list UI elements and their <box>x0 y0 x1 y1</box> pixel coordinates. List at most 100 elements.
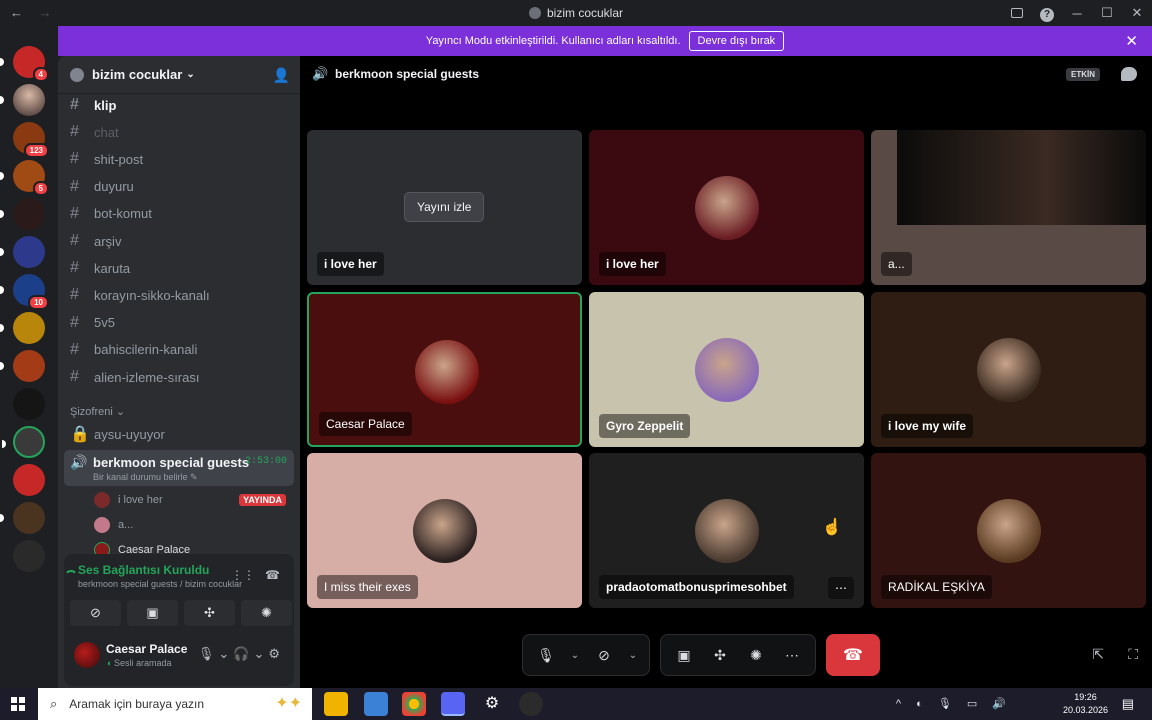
more-options-icon[interactable]: ⋯ <box>777 640 807 670</box>
microphone-icon[interactable]: 🎙 <box>531 640 561 670</box>
system-tray[interactable]: ^ ◐ 🎙 ▭ 🔊 <box>896 697 1012 710</box>
channel-item[interactable]: # bot-komut <box>70 203 292 225</box>
server-icon-9[interactable] <box>0 350 45 382</box>
gear-icon[interactable]: ⚙ <box>268 646 284 661</box>
server-icon-2[interactable] <box>0 84 45 116</box>
more-options-icon[interactable]: ⋯ <box>828 577 854 599</box>
chevron-down-icon[interactable]: ⌄ <box>567 640 583 670</box>
help-icon[interactable]: ? <box>1032 5 1062 22</box>
server-icon-10[interactable] <box>13 388 45 420</box>
channel-item[interactable]: # shit-post <box>70 148 292 170</box>
fullscreen-icon[interactable]: ⛶ <box>1128 646 1138 663</box>
server-icon-11[interactable] <box>2 426 45 458</box>
channel-item[interactable]: # duyuru <box>70 176 292 198</box>
chrome-icon[interactable] <box>402 692 426 716</box>
voice-tools: ⋮⋮ ☎ <box>231 568 280 582</box>
minimize-button[interactable]: ─ <box>1062 6 1092 21</box>
app-icon[interactable] <box>519 692 543 716</box>
discord-icon[interactable] <box>441 692 465 716</box>
camera-off-icon[interactable]: ⊘ <box>589 640 619 670</box>
soundboard-icon[interactable]: ✺ <box>741 640 771 670</box>
notifications-icon[interactable]: ▤ <box>1122 696 1134 712</box>
avatar <box>413 499 477 563</box>
server-icon-7[interactable]: 10 <box>0 274 49 310</box>
category-header[interactable]: Şizofreni ⌄ <box>70 405 125 418</box>
connection-subtitle[interactable]: berkmoon special guests / bizim cocuklar <box>78 579 242 589</box>
microphone-icon[interactable]: 🎙 <box>198 646 219 661</box>
server-icon-1[interactable]: 4 <box>0 46 49 82</box>
server-icon-14[interactable] <box>13 540 45 572</box>
channel-item[interactable]: #5v5 <box>70 312 292 334</box>
live-badge: YAYINDA <box>239 494 286 506</box>
server-icon-12[interactable] <box>13 464 45 496</box>
activities-icon[interactable]: ✣ <box>705 640 735 670</box>
channel-status-text[interactable]: Bir kanal durumu belirle ✎ <box>93 472 198 483</box>
channel-item[interactable]: # klip <box>70 94 292 116</box>
soundboard-button[interactable]: ✺ <box>241 600 292 626</box>
participant-tile[interactable]: i love her <box>589 130 864 285</box>
clock[interactable]: 19:26 20.03.2026 <box>1063 691 1108 717</box>
headphones-icon[interactable]: 🎧 <box>233 646 253 661</box>
participant-tile[interactable]: a... <box>871 130 1146 285</box>
server-header[interactable]: bizim cocuklar ⌄ 👤 <box>58 56 300 94</box>
channel-item[interactable]: # bahiscilerin-kanali <box>70 339 292 361</box>
discord-app: ← → bizim cocuklar ? ─ ☐ ✕ 4 123 5 10 Ya… <box>0 0 1152 688</box>
settings-icon[interactable]: ⚙ <box>480 692 504 716</box>
channel-item[interactable]: # alien-izleme-sırası <box>70 366 292 388</box>
participant-tile[interactable]: Gyro Zeppelit <box>589 292 864 447</box>
connection-status[interactable]: Ses Bağlantısı Kuruldu <box>78 563 209 577</box>
screen-share-icon[interactable]: ▣ <box>669 640 699 670</box>
channel-item[interactable]: # korayın-sikko-kanalı <box>70 284 292 306</box>
participant-tile[interactable]: I miss their exes <box>307 453 582 608</box>
participant-tile[interactable]: Yayını izle i love her <box>307 130 582 285</box>
channel-item[interactable]: # arşiv <box>70 230 292 252</box>
watch-stream-button[interactable]: Yayını izle <box>404 192 485 222</box>
file-explorer-icon[interactable] <box>324 692 348 716</box>
signal-icon[interactable] <box>66 567 76 577</box>
mouse-cursor-icon: ☝ <box>822 519 842 536</box>
voice-member[interactable]: a... <box>94 515 290 535</box>
user-panel: Caesar Palace ◖ Sesli aramada 🎙⌄🎧⌄⚙ <box>70 634 288 676</box>
participant-tile[interactable]: RADİKAL EŞKİYA <box>871 453 1146 608</box>
participant-name: i love her <box>317 252 384 276</box>
close-icon[interactable]: ✕ <box>1125 32 1138 50</box>
channel-aysu-uyuyor[interactable]: 🔒 aysu-uyuyor <box>70 423 292 445</box>
activities-button[interactable]: ✣ <box>184 600 235 626</box>
chevron-down-icon[interactable]: ⌄ <box>625 640 641 670</box>
avatar[interactable] <box>74 642 100 668</box>
server-icon-5[interactable] <box>0 198 45 230</box>
chevron-down-icon[interactable]: ⌄ <box>253 646 268 661</box>
voice-channel-active[interactable]: 🔊 berkmoon special guests Bir kanal duru… <box>64 450 294 486</box>
participant-tile[interactable]: Caesar Palace <box>307 292 582 447</box>
unread-badge: 4 <box>32 67 49 82</box>
channel-item[interactable]: # karuta <box>70 257 292 279</box>
server-icon-8[interactable] <box>0 312 45 344</box>
app-icon[interactable] <box>364 692 388 716</box>
server-icon-6[interactable] <box>0 236 45 268</box>
server-name: bizim cocuklar <box>92 67 183 82</box>
taskbar-search[interactable]: ⌕ Aramak için buraya yazın ✦✦ <box>38 688 312 720</box>
disconnect-icon[interactable]: ☎ <box>265 568 280 582</box>
invite-icon[interactable]: 👤 <box>273 67 290 84</box>
participant-tile[interactable]: i love my wife <box>871 292 1146 447</box>
call-channel-name: berkmoon special guests <box>335 67 480 81</box>
server-icon-4[interactable]: 5 <box>0 160 49 196</box>
noise-suppression-icon[interactable]: ⋮⋮ <box>231 568 255 582</box>
camera-off-button[interactable]: ⊘ <box>70 600 121 626</box>
windows-start-icon[interactable] <box>11 697 25 711</box>
disable-streamer-mode-button[interactable]: Devre dışı bırak <box>688 31 785 51</box>
hang-up-button[interactable]: ☎ <box>826 634 880 676</box>
server-icon-13[interactable] <box>0 502 45 534</box>
close-window-button[interactable]: ✕ <box>1122 5 1152 21</box>
server-icon-3[interactable]: 123 <box>13 122 49 158</box>
maximize-button[interactable]: ☐ <box>1092 5 1122 21</box>
clock-date: 20.03.2026 <box>1062 705 1108 715</box>
chat-bubble-icon[interactable] <box>1121 67 1137 81</box>
popout-icon[interactable]: ⇱ <box>1092 646 1104 663</box>
chevron-down-icon[interactable]: ⌄ <box>218 646 233 661</box>
inbox-icon[interactable] <box>1002 6 1032 21</box>
channel-item[interactable]: # chat <box>70 121 292 143</box>
screen-share-button[interactable]: ▣ <box>127 600 178 626</box>
user-name[interactable]: Caesar Palace <box>106 642 187 656</box>
voice-member[interactable]: i love her YAYINDA <box>94 490 290 510</box>
